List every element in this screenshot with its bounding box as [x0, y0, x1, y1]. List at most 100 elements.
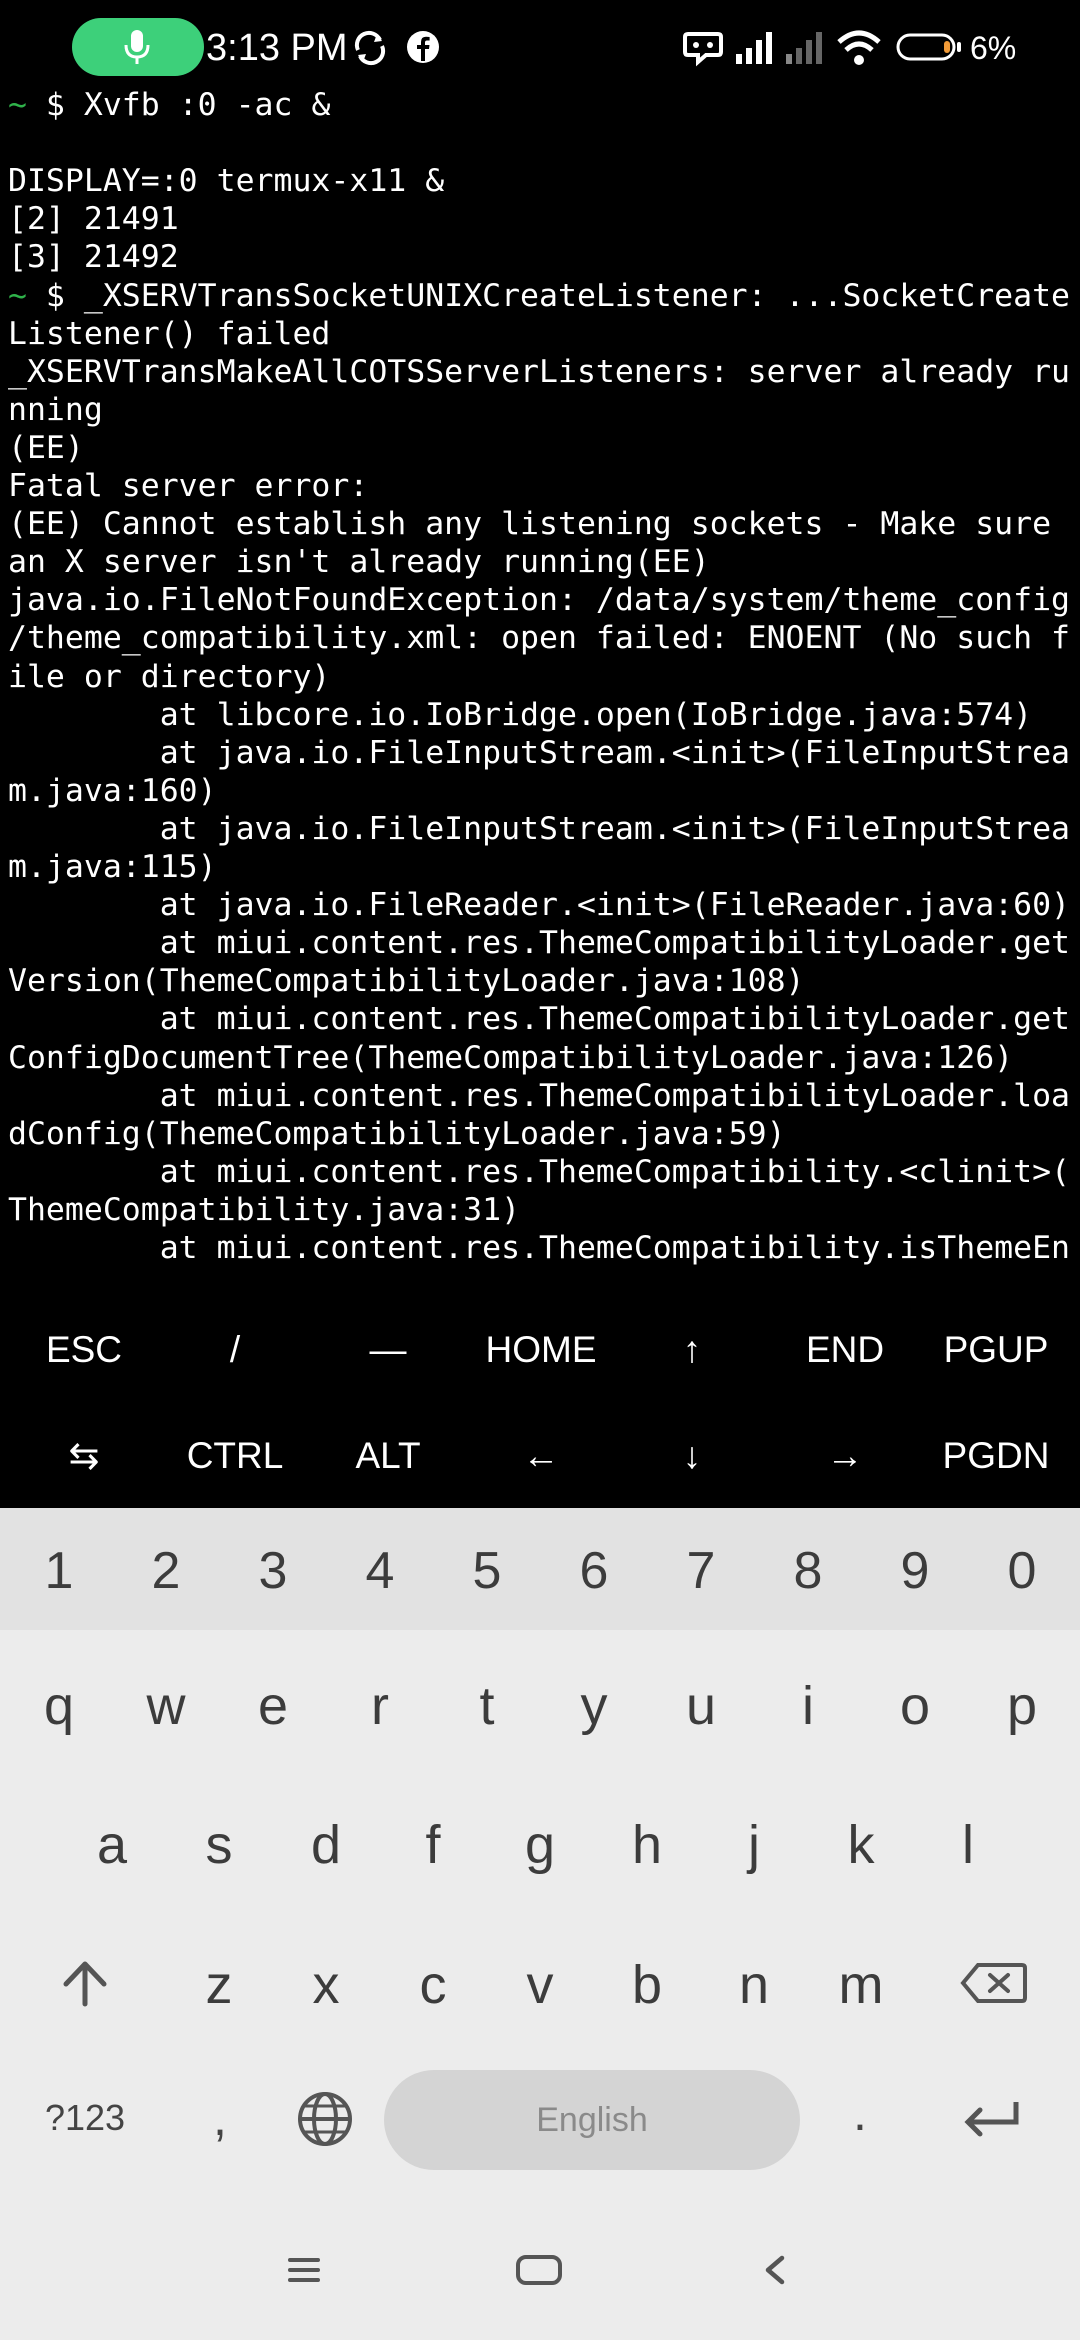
- letter-key[interactable]: t: [447, 1666, 527, 1746]
- extra-key[interactable]: END: [770, 1300, 920, 1400]
- space-bar[interactable]: English: [384, 2070, 800, 2170]
- letter-key[interactable]: c: [393, 1945, 473, 2025]
- enter-icon[interactable]: [962, 2098, 1022, 2142]
- battery-percent: 6%: [970, 30, 1017, 66]
- number-key[interactable]: 5: [447, 1536, 527, 1606]
- letter-key[interactable]: f: [393, 1805, 473, 1885]
- terminal-line: Version(ThemeCompatibilityLoader.java:10…: [8, 962, 805, 1000]
- period-key[interactable]: .: [840, 2083, 880, 2143]
- terminal-line: (EE): [8, 429, 84, 467]
- signal-icon: [736, 32, 772, 64]
- terminal-line: m.java:115): [8, 848, 217, 886]
- number-key[interactable]: 1: [19, 1536, 99, 1606]
- number-key[interactable]: 2: [126, 1536, 206, 1606]
- status-time: 3:13 PM: [206, 27, 348, 69]
- home-icon[interactable]: [514, 2252, 564, 2288]
- extra-key[interactable]: ALT: [313, 1406, 463, 1506]
- terminal-line-text: at miui.content.res.ThemeCompatibilityLo…: [8, 925, 1071, 962]
- extra-key[interactable]: HOME: [466, 1300, 616, 1400]
- letter-key[interactable]: a: [72, 1805, 152, 1885]
- terminal-line: dConfig(ThemeCompatibilityLoader.java:59…: [8, 1115, 786, 1153]
- terminal-line: java.io.FileNotFoundException: /data/sys…: [8, 581, 1070, 619]
- extra-key[interactable]: PGUP: [921, 1300, 1071, 1400]
- mic-icon: [124, 30, 150, 64]
- extra-key[interactable]: ESC: [9, 1300, 159, 1400]
- letter-key[interactable]: s: [179, 1805, 259, 1885]
- terminal-line: [2] 21491: [8, 200, 179, 238]
- terminal-line-text: (EE) Cannot establish any listening sock…: [8, 506, 1052, 543]
- recents-icon[interactable]: [284, 2252, 324, 2288]
- signal-weak-icon: [786, 32, 822, 64]
- number-key[interactable]: 3: [233, 1536, 313, 1606]
- terminal-line-text: dConfig(ThemeCompatibilityLoader.java:59…: [8, 1115, 786, 1152]
- globe-icon[interactable]: [296, 2090, 354, 2148]
- number-key[interactable]: 0: [982, 1536, 1062, 1606]
- extra-key[interactable]: —: [313, 1300, 463, 1400]
- letter-key[interactable]: o: [875, 1666, 955, 1746]
- letter-key[interactable]: k: [821, 1805, 901, 1885]
- number-row: 1234567890: [0, 1508, 1080, 1630]
- terminal-line: ConfigDocumentTree(ThemeCompatibilityLoa…: [8, 1039, 1013, 1077]
- letter-key[interactable]: i: [768, 1666, 848, 1746]
- terminal-line-text: at java.io.FileReader.<init>(FileReader.…: [8, 887, 1071, 924]
- extra-key[interactable]: PGDN: [921, 1406, 1071, 1506]
- letter-key[interactable]: w: [126, 1666, 206, 1746]
- symbols-key[interactable]: ?123: [40, 2093, 130, 2143]
- letter-key[interactable]: x: [286, 1945, 366, 2025]
- number-key[interactable]: 9: [875, 1536, 955, 1606]
- number-key[interactable]: 7: [661, 1536, 741, 1606]
- letter-key[interactable]: q: [19, 1666, 99, 1746]
- letter-key[interactable]: y: [554, 1666, 634, 1746]
- terminal-line-text: nning: [8, 391, 103, 428]
- extra-key[interactable]: ⇆: [9, 1406, 159, 1506]
- extra-key[interactable]: ↓: [617, 1406, 767, 1506]
- terminal-line-text: ile or directory): [8, 658, 331, 695]
- terminal-line-text: (EE): [8, 429, 84, 466]
- letter-key[interactable]: v: [500, 1945, 580, 2025]
- letter-key[interactable]: b: [607, 1945, 687, 2025]
- extra-key[interactable]: ←: [466, 1406, 616, 1506]
- number-key[interactable]: 4: [340, 1536, 420, 1606]
- navigation-bar: [0, 2210, 1080, 2340]
- terminal-line-text: Fatal server error:: [8, 468, 369, 504]
- terminal-line-text: Listener() failed: [8, 315, 331, 352]
- terminal-line-text: [3] 21492: [8, 239, 179, 276]
- terminal-line: ThemeCompatibility.java:31): [8, 1191, 520, 1229]
- terminal-line: ile or directory): [8, 658, 330, 696]
- mic-active-indicator[interactable]: [72, 18, 204, 76]
- comma-key[interactable]: ,: [200, 2088, 240, 2148]
- extra-key[interactable]: ↑: [617, 1300, 767, 1400]
- letter-key[interactable]: u: [661, 1666, 741, 1746]
- terminal-line: nning: [8, 391, 103, 429]
- letter-key[interactable]: j: [714, 1805, 794, 1885]
- extra-key[interactable]: /: [160, 1300, 310, 1400]
- letter-key[interactable]: m: [821, 1945, 901, 2025]
- letter-key[interactable]: h: [607, 1805, 687, 1885]
- back-icon[interactable]: [760, 2252, 790, 2288]
- letter-key[interactable]: p: [982, 1666, 1062, 1746]
- letter-key[interactable]: z: [179, 1945, 259, 2025]
- extra-key[interactable]: →: [770, 1406, 920, 1506]
- number-key[interactable]: 8: [768, 1536, 848, 1606]
- letter-key[interactable]: r: [340, 1666, 420, 1746]
- terminal-line: at java.io.FileInputStream.<init>(FileIn…: [8, 810, 1070, 848]
- backspace-icon[interactable]: [960, 1961, 1028, 2005]
- terminal-line: at miui.content.res.ThemeCompatibilityLo…: [8, 1077, 1070, 1115]
- letter-key[interactable]: e: [233, 1666, 313, 1746]
- shift-icon[interactable]: [60, 1958, 110, 2008]
- terminal-line-text: m.java:115): [8, 849, 217, 885]
- terminal-line-text: $ _XSERVTransSocketUNIXCreateListener: .…: [26, 277, 1071, 314]
- terminal-line: at miui.content.res.ThemeCompatibility.<…: [8, 1153, 1070, 1191]
- terminal-line-text: an X server isn't already running(EE): [8, 544, 710, 581]
- terminal-line: at java.io.FileReader.<init>(FileReader.…: [8, 886, 1070, 924]
- letter-key[interactable]: l: [928, 1805, 1008, 1885]
- terminal-line: ~ $ _XSERVTransSocketUNIXCreateListener:…: [8, 277, 1070, 315]
- letter-key[interactable]: d: [286, 1805, 366, 1885]
- terminal-line-text: java.io.FileNotFoundException: /data/sys…: [8, 582, 1071, 619]
- extra-key[interactable]: CTRL: [160, 1406, 310, 1506]
- sync-icon: [354, 30, 386, 66]
- letter-key[interactable]: g: [500, 1805, 580, 1885]
- letter-key[interactable]: n: [714, 1945, 794, 2025]
- number-key[interactable]: 6: [554, 1536, 634, 1606]
- terminal-output[interactable]: ~ $ Xvfb :0 -ac & DISPLAY=:0 termux-x11 &…: [0, 80, 1080, 1280]
